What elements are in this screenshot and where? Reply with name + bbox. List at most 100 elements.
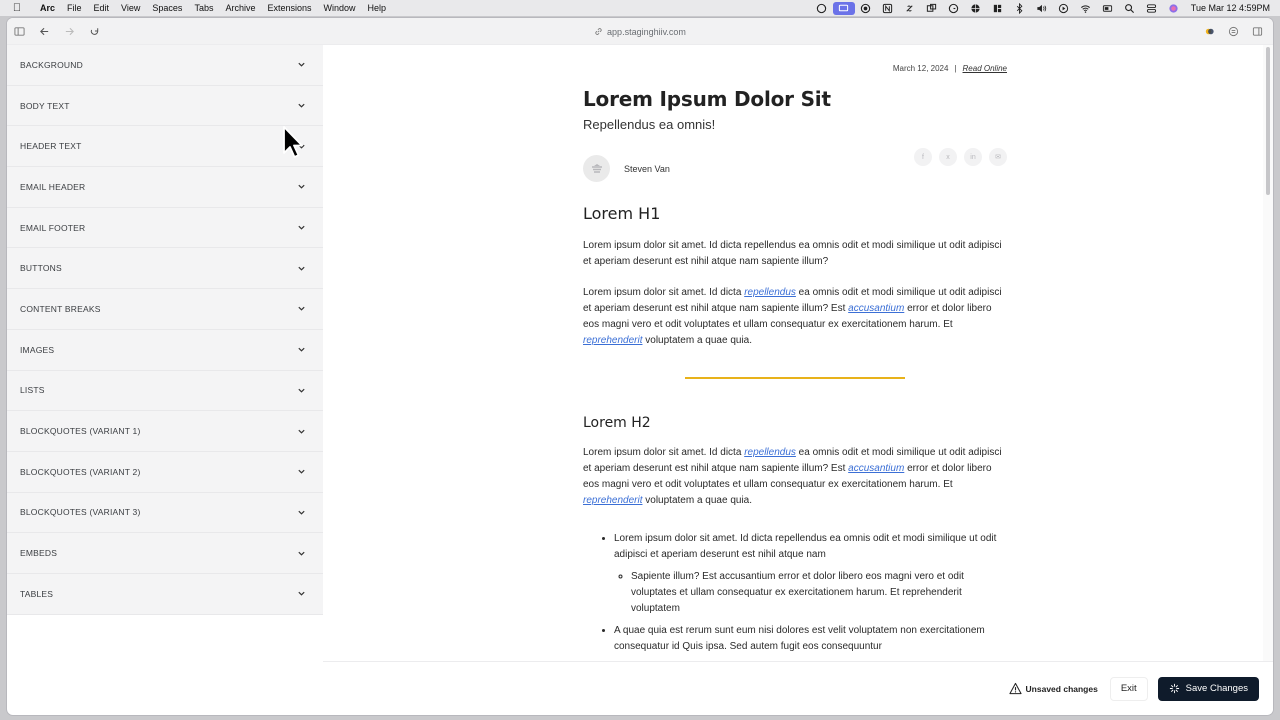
menu-arc[interactable]: Arc <box>34 3 61 13</box>
battery-icon[interactable] <box>1097 0 1119 16</box>
accordion-label: HEADER TEXT <box>20 141 82 152</box>
creative-cloud-icon[interactable] <box>811 0 833 16</box>
browser-window: app.staginghiiv.com BACKGROUND BODY TEXT H… <box>7 18 1273 715</box>
content-scrollbar[interactable] <box>1263 45 1273 661</box>
accordion-buttons[interactable]: BUTTONS <box>7 248 323 290</box>
toolbar-right-tools <box>1197 18 1273 45</box>
menubar-tray: Tue Mar 12 4:59PM <box>811 0 1280 16</box>
siri-icon[interactable] <box>1163 0 1185 16</box>
mouse-cursor-icon <box>283 126 303 158</box>
chevron-down-icon <box>297 101 307 111</box>
inline-link-reprehenderit[interactable]: reprehenderit <box>583 335 642 346</box>
read-online-link[interactable]: Read Online <box>963 64 1007 73</box>
accordion-label: CONTENT BREAKS <box>20 303 101 314</box>
link-tool-icon[interactable] <box>899 0 921 16</box>
accordion-body-text[interactable]: BODY TEXT <box>7 86 323 127</box>
paragraph-1: Lorem ipsum dolor sit amet. Id dicta rep… <box>583 240 1002 267</box>
accordion-images[interactable]: IMAGES <box>7 330 323 371</box>
back-arrow-icon[interactable] <box>32 18 57 45</box>
accordion-blockquotes-variant-2[interactable]: BLOCKQUOTES (VARIANT 2) <box>7 452 323 493</box>
menu-tabs[interactable]: Tabs <box>188 3 219 13</box>
inline-link-accusantium[interactable]: accusantium <box>848 303 904 314</box>
accordion-background[interactable]: BACKGROUND <box>7 45 323 86</box>
action-bar: Unsaved changes Exit Save Changes <box>323 661 1273 715</box>
reader-mode-icon[interactable] <box>1221 18 1245 45</box>
accordion-label: EMAIL FOOTER <box>20 222 86 233</box>
screen-share-icon[interactable] <box>832 1 855 15</box>
scrollbar-thumb[interactable] <box>1266 47 1270 195</box>
menu-window[interactable]: Window <box>318 3 362 13</box>
window-tool-icon[interactable] <box>921 0 943 16</box>
notion-icon[interactable] <box>877 0 899 16</box>
url-bar[interactable]: app.staginghiiv.com <box>7 18 1273 45</box>
social-share-links: f x in ✉ <box>914 148 1007 166</box>
inline-link-reprehenderit-2[interactable]: reprehenderit <box>583 495 642 506</box>
accordion-label: BODY TEXT <box>20 100 70 111</box>
menu-file[interactable]: File <box>61 3 88 13</box>
chevron-down-icon <box>297 304 307 314</box>
accordion-header-text[interactable]: HEADER TEXT <box>7 126 323 168</box>
menu-view[interactable]: View <box>115 3 146 13</box>
accordion-blockquotes-variant-3[interactable]: BLOCKQUOTES (VARIANT 3) <box>7 493 323 534</box>
save-changes-button[interactable]: Save Changes <box>1157 676 1259 701</box>
forward-arrow-icon[interactable] <box>57 18 82 45</box>
facebook-icon[interactable]: f <box>914 148 932 166</box>
menubar:  Arc File Edit View Spaces Tabs Archive… <box>0 0 1280 16</box>
email-body: March 12, 2024 | Read Online Lorem Ipsum D… <box>583 45 1007 661</box>
author-row: Steven Van f x in ✉ <box>583 148 1007 182</box>
paragraph-2: Lorem ipsum dolor sit amet. Id dicta rep… <box>583 287 1002 346</box>
accordion-label: EMAIL HEADER <box>20 181 86 192</box>
menu-extensions[interactable]: Extensions <box>261 3 317 13</box>
list-item-nested: Sapiente illum? Est accusantium error et… <box>631 569 1007 617</box>
chevron-down-icon <box>297 263 307 273</box>
sparkle-icon <box>1169 683 1179 694</box>
menubar-clock[interactable]: Tue Mar 12 4:59PM <box>1185 3 1270 13</box>
menu-archive[interactable]: Archive <box>219 3 261 13</box>
extension-icon[interactable] <box>1197 18 1221 45</box>
record-icon[interactable] <box>855 0 877 16</box>
inline-link-repellendus[interactable]: repellendus <box>744 287 796 298</box>
reload-icon[interactable] <box>82 18 107 45</box>
accordion-label: EMBEDS <box>20 548 58 559</box>
sidebar-toggle-icon[interactable] <box>7 18 32 45</box>
heading-h2: Lorem H2 <box>583 415 651 431</box>
accordion-email-footer[interactable]: EMAIL FOOTER <box>7 208 323 249</box>
split-view-icon[interactable] <box>1245 18 1269 45</box>
apple-menu-icon[interactable]:  <box>0 2 34 14</box>
email-share-icon[interactable]: ✉ <box>989 148 1007 166</box>
menu-edit[interactable]: Edit <box>88 3 116 13</box>
paragraph-3: Lorem ipsum dolor sit amet. Id dicta rep… <box>583 447 1002 506</box>
control-center-icon[interactable] <box>1141 0 1163 16</box>
exit-button[interactable]: Exit <box>1109 676 1148 701</box>
chevron-down-icon <box>297 467 307 477</box>
accordion-embeds[interactable]: EMBEDS <box>7 533 323 574</box>
globe-icon[interactable] <box>965 0 987 16</box>
accordion-label: BACKGROUND <box>20 59 83 70</box>
inline-link-repellendus-2[interactable]: repellendus <box>744 447 796 458</box>
wifi-icon[interactable] <box>1075 0 1097 16</box>
volume-icon[interactable] <box>1031 0 1053 16</box>
accordion-lists[interactable]: LISTS <box>7 371 323 412</box>
menu-spaces[interactable]: Spaces <box>146 3 188 13</box>
menu-help[interactable]: Help <box>362 3 393 13</box>
chevron-down-icon <box>297 345 307 355</box>
accordion-blockquotes-variant-1[interactable]: BLOCKQUOTES (VARIANT 1) <box>7 411 323 452</box>
chevron-down-icon <box>297 426 307 436</box>
inline-link-accusantium-2[interactable]: accusantium <box>848 463 904 474</box>
spotlight-search-icon[interactable] <box>1119 0 1141 16</box>
bluetooth-icon[interactable] <box>1009 0 1031 16</box>
grid-icon[interactable] <box>987 0 1009 16</box>
linkedin-icon[interactable]: in <box>964 148 982 166</box>
accordion-tables[interactable]: TABLES <box>7 574 323 615</box>
x-twitter-icon[interactable]: x <box>939 148 957 166</box>
save-changes-label: Save Changes <box>1185 683 1248 694</box>
play-icon[interactable] <box>1053 0 1075 16</box>
avatar <box>583 155 610 182</box>
grammarly-icon[interactable] <box>943 0 965 16</box>
accordion-content-breaks[interactable]: CONTENT BREAKS <box>7 289 323 330</box>
chevron-down-icon <box>297 182 307 192</box>
accordion-email-header[interactable]: EMAIL HEADER <box>7 167 323 208</box>
bullet-list: Lorem ipsum dolor sit amet. Id dicta rep… <box>583 531 1007 655</box>
post-title: Lorem Ipsum Dolor Sit <box>583 87 831 111</box>
email-date: March 12, 2024 <box>892 64 949 73</box>
